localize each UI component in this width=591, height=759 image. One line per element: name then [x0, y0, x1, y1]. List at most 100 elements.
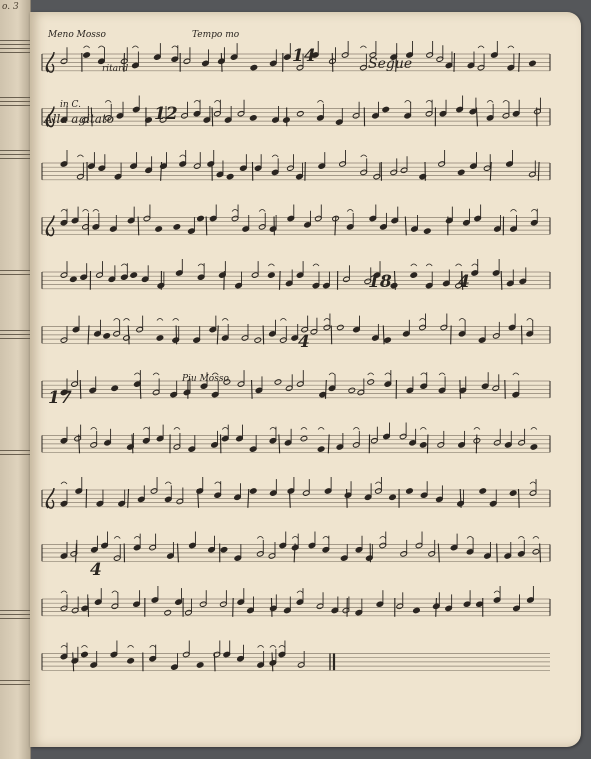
accent-mark — [517, 536, 525, 539]
adjacent-staff-line — [0, 450, 30, 451]
manuscript-page: Meno Mosso ritard Tempo mo 14 Segue in C… — [30, 12, 581, 747]
note-head — [196, 215, 205, 222]
note-head — [530, 444, 538, 450]
barline — [404, 216, 407, 236]
adjacent-staff-line — [0, 40, 30, 41]
accent-mark — [271, 154, 279, 158]
adjacent-staff-line — [0, 270, 30, 271]
note-head — [267, 272, 275, 278]
barline — [127, 488, 130, 508]
adjacent-page-edge: o. 3 — [0, 0, 31, 759]
multi-rest-4: 4 — [90, 560, 102, 580]
accent-mark — [493, 590, 501, 594]
accent-mark — [379, 536, 387, 539]
note-head — [226, 173, 234, 180]
accent-mark — [425, 100, 433, 103]
note-head — [173, 224, 181, 230]
note-head — [367, 379, 375, 385]
barline — [127, 325, 130, 345]
accent-mark — [149, 645, 157, 648]
accent-mark — [134, 372, 141, 376]
note-head — [82, 52, 91, 58]
accent-mark — [296, 590, 304, 594]
ritard-marking: ritard — [102, 64, 129, 74]
barline — [211, 107, 214, 127]
note-head — [405, 488, 414, 494]
note-head — [388, 494, 397, 501]
barline — [539, 543, 542, 563]
accent-mark — [113, 318, 120, 321]
accent-mark — [164, 481, 172, 485]
accent-mark — [83, 45, 90, 49]
segue-marking: Segue — [368, 56, 413, 72]
adjacent-staff-line — [0, 454, 30, 455]
accent-mark — [419, 318, 426, 321]
accent-mark — [322, 536, 330, 539]
accent-mark — [60, 590, 68, 594]
accent-mark — [425, 263, 433, 267]
barline — [500, 270, 503, 290]
note-head — [300, 435, 308, 442]
accent-mark — [269, 645, 277, 648]
accent-mark — [156, 318, 164, 321]
accent-mark — [258, 209, 266, 212]
accent-mark — [529, 481, 537, 485]
accent-mark — [90, 427, 98, 430]
accent-mark — [419, 427, 427, 430]
accent-mark — [92, 209, 100, 212]
note-head — [419, 442, 427, 448]
accent-mark — [269, 427, 277, 430]
adjacent-staff-line — [0, 618, 30, 619]
adjacent-staff-line — [0, 101, 30, 102]
note-head — [296, 110, 304, 117]
accent-mark — [142, 427, 150, 430]
barline — [278, 270, 281, 290]
note-head — [130, 272, 138, 278]
adjacent-staff-line — [0, 44, 30, 45]
multi-rest-18: 18 — [368, 272, 392, 292]
accent-mark — [360, 154, 368, 158]
accent-mark — [328, 372, 336, 376]
multi-rest-17: 17 — [48, 388, 72, 408]
barline — [475, 107, 478, 127]
barline — [327, 434, 330, 454]
accent-mark — [127, 645, 134, 648]
note-head — [220, 546, 228, 553]
barline — [176, 543, 179, 563]
note-head — [103, 333, 111, 339]
adjacent-staff-line — [0, 338, 30, 339]
tempo-mo-marking: Tempo mo — [192, 30, 240, 40]
barline — [250, 379, 253, 399]
accent-mark — [82, 209, 89, 212]
barline — [87, 325, 90, 345]
accent-mark — [323, 318, 331, 321]
note-head — [69, 276, 77, 283]
accent-mark — [360, 45, 367, 49]
note-head — [196, 662, 204, 668]
barline — [382, 325, 385, 345]
multi-rest-4: 4 — [298, 332, 310, 352]
accent-mark — [132, 45, 139, 49]
adjacent-staff-line — [0, 154, 30, 155]
barline — [453, 52, 456, 72]
accent-mark — [113, 536, 121, 539]
accent-mark — [179, 154, 187, 158]
note-head — [410, 272, 418, 278]
note-head — [250, 64, 258, 71]
accent-mark — [60, 645, 68, 648]
accent-mark — [312, 263, 320, 267]
adjacent-staff-line — [0, 274, 30, 275]
note-head — [336, 324, 344, 331]
note-head — [155, 226, 163, 232]
accent-mark — [60, 209, 68, 212]
accent-mark — [404, 100, 411, 103]
accent-mark — [532, 536, 540, 539]
key-in-c: in C. — [60, 100, 81, 110]
accent-mark — [458, 318, 466, 321]
accent-mark — [530, 209, 538, 212]
note-head — [164, 609, 172, 616]
accent-mark — [121, 263, 128, 267]
barline — [213, 652, 216, 672]
adjacent-staff-line — [0, 52, 30, 53]
note-head — [479, 488, 487, 494]
